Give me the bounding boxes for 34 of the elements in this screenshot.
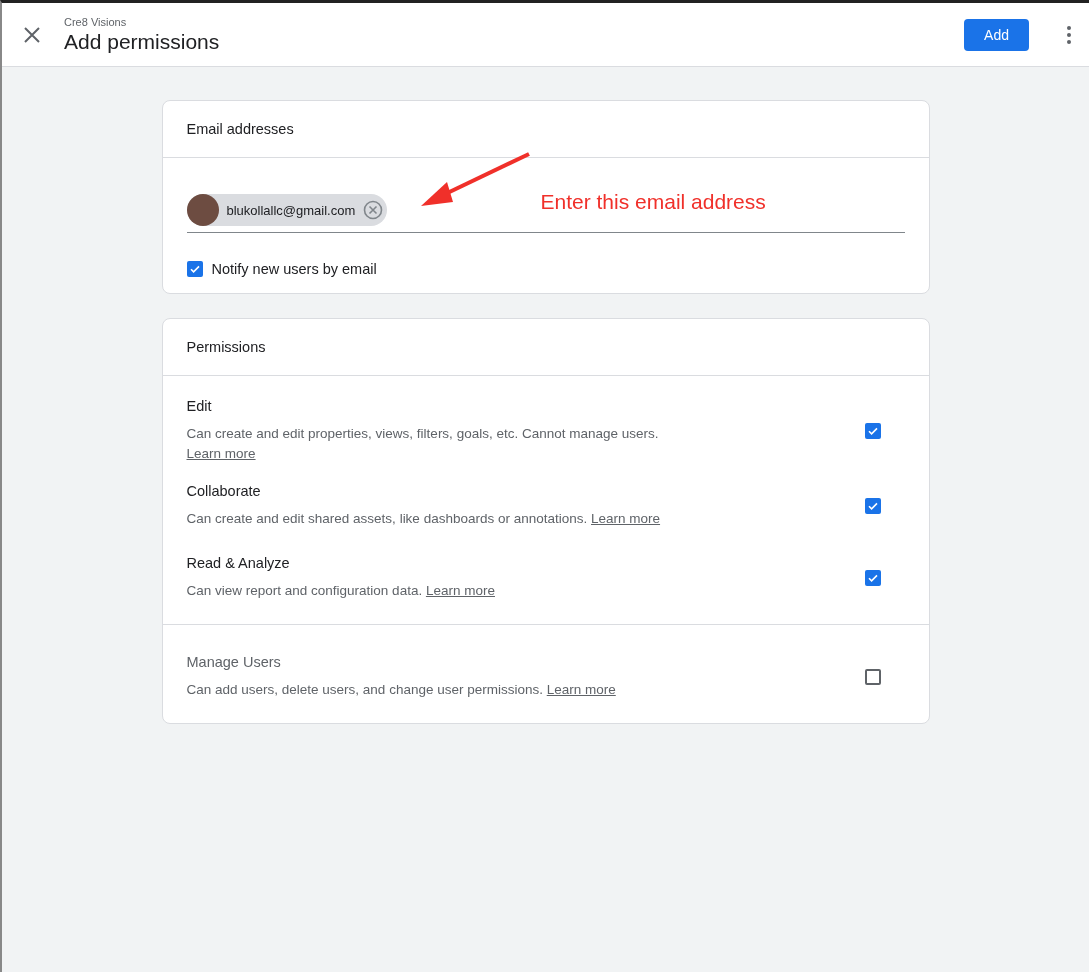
more-button[interactable] [1067, 25, 1071, 44]
permission-title: Collaborate [186, 483, 262, 499]
permission-description: Can view report and configuration data. Learn more [186, 582, 495, 600]
learn-more-link[interactable]: Learn more [546, 682, 616, 697]
account-name: Cre8 Visions [64, 15, 128, 28]
learn-more-link[interactable]: Learn more [425, 583, 495, 598]
check-icon [866, 425, 879, 437]
permission-description: Can add users, delete users, and change user permissions. Learn more [186, 681, 616, 699]
check-icon [866, 500, 879, 512]
permission-title: Read & Analyze [186, 555, 291, 571]
checkbox[interactable] [864, 498, 881, 514]
close-icon [24, 26, 40, 43]
permission-description: Can create and edit shared assets, like dashboards or annotations. Learn more [186, 510, 661, 528]
check-icon [188, 263, 201, 275]
checkbox-label: Notify new users by email [211, 261, 377, 277]
checkbox[interactable] [864, 570, 881, 586]
checkbox[interactable] [864, 669, 881, 685]
checkbox[interactable] [186, 261, 203, 277]
permission-description: Can create and edit properties, views, filters, goals, etc. Cannot manage users. Learn more [186, 425, 660, 463]
checkbox[interactable] [864, 423, 881, 439]
check-icon [866, 572, 879, 584]
card-title: Permissions [162, 319, 929, 376]
avatar-placeholder [186, 194, 219, 226]
add-button[interactable]: Add [964, 18, 1029, 51]
learn-more-link[interactable]: Learn more [591, 511, 661, 526]
page-title: Add permissions [64, 29, 221, 54]
permission-title: Manage Users [186, 654, 282, 670]
email-chip[interactable]: blukollallc@gmail.com [186, 194, 388, 226]
more-vertical-icon [1067, 25, 1071, 44]
card-title: Email addresses [162, 101, 929, 158]
remove-icon[interactable] [363, 200, 384, 220]
permission-title: Edit [186, 398, 213, 414]
learn-more-link[interactable]: Learn more [186, 446, 256, 461]
close-button[interactable] [24, 26, 40, 43]
